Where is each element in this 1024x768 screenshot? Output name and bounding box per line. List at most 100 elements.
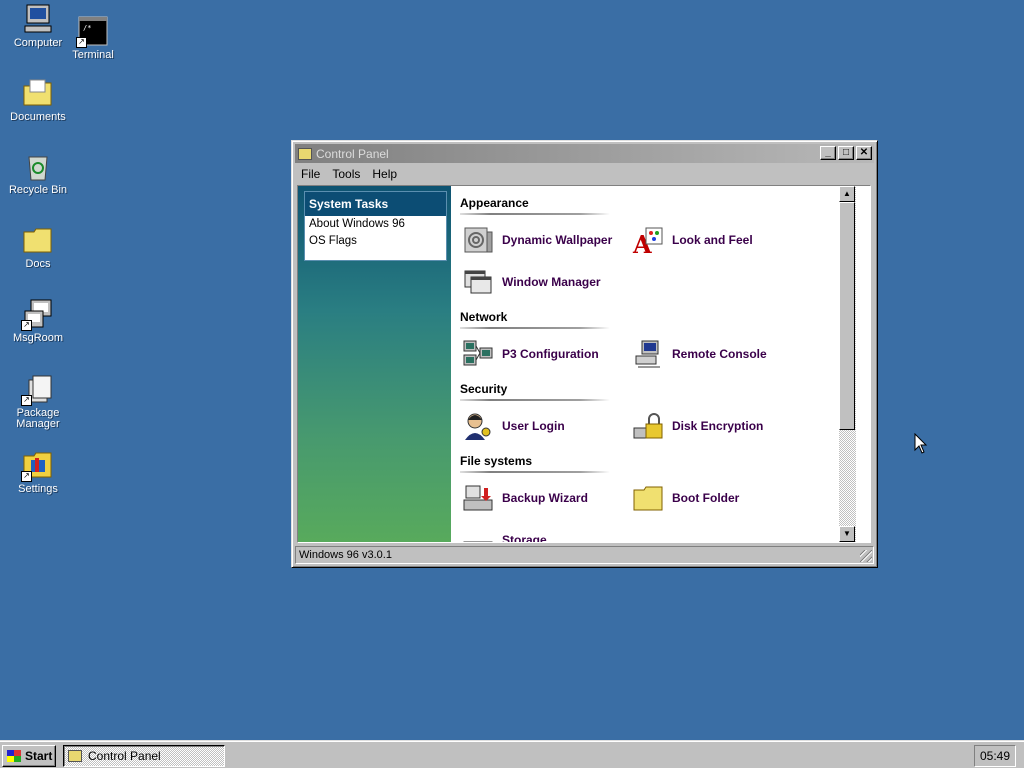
control-panel-icon	[68, 750, 82, 762]
taskbar: Start Control Panel 05:49	[0, 740, 1024, 768]
desktop-icon-msgroom[interactable]: ↗ MsgRoom	[0, 297, 76, 344]
applet-label: Remote Console	[672, 347, 767, 361]
desktop-icon-label: Settings	[18, 483, 58, 495]
system-tasks-box: System Tasks About Windows 96 OS Flags	[304, 191, 447, 261]
storage-icon	[462, 524, 494, 542]
applet-disk-encryption[interactable]: Disk Encryption	[632, 410, 763, 442]
network-computers-icon	[462, 338, 494, 370]
section-divider	[460, 327, 610, 329]
applet-label: Backup Wizard	[502, 491, 588, 505]
desktop-icon-label: Package Manager	[16, 407, 60, 430]
menu-help[interactable]: Help	[366, 167, 403, 181]
remote-console-icon	[632, 338, 664, 370]
computer-icon	[21, 2, 55, 36]
window-manager-icon	[462, 266, 494, 298]
desktop-icon-package-manager[interactable]: ↗ Package Manager	[0, 372, 76, 430]
sidebar: System Tasks About Windows 96 OS Flags	[298, 186, 451, 542]
folder-icon	[21, 223, 55, 257]
desktop-icon-documents[interactable]: Documents	[0, 76, 76, 123]
settings-icon: ↗	[21, 448, 55, 482]
title-bar[interactable]: Control Panel _ □ ✕	[295, 144, 874, 163]
desktop-icon-settings[interactable]: ↗ Settings	[0, 448, 76, 495]
system-tasks-header: System Tasks	[305, 192, 446, 216]
applet-label: Disk Encryption	[672, 419, 764, 433]
desktop-icon-label: MsgRoom	[12, 332, 64, 344]
content-panel: System Tasks About Windows 96 OS Flags A…	[297, 185, 871, 543]
folder-documents-icon	[21, 76, 55, 110]
close-button[interactable]: ✕	[856, 146, 872, 160]
scroll-up-button[interactable]: ▲	[839, 186, 855, 202]
desktop-icon-label: Recycle Bin	[8, 184, 68, 196]
applet-user-login[interactable]: User Login	[462, 410, 565, 442]
applet-boot-folder[interactable]: Boot Folder	[632, 482, 739, 514]
window-title: Control Panel	[316, 146, 389, 161]
applet-look-and-feel[interactable]: A Look and Feel	[632, 224, 753, 259]
section-network: Network	[460, 310, 508, 324]
status-text: Windows 96 v3.0.1	[299, 549, 392, 561]
applet-label: P3 Configuration	[502, 347, 599, 361]
applets-area: Appearance Dynamic Wallpaper A Look and …	[454, 186, 856, 542]
menu-bar: File Tools Help	[295, 165, 403, 183]
section-appearance: Appearance	[460, 196, 529, 210]
applet-label: Look and Feel	[672, 233, 753, 247]
section-divider	[460, 213, 610, 215]
shortcut-arrow-icon: ↗	[21, 395, 32, 406]
desktop-icon-label: Documents	[10, 111, 66, 123]
section-divider	[460, 399, 610, 401]
shortcut-arrow-icon: ↗	[21, 320, 32, 331]
section-file-systems: File systems	[460, 454, 533, 468]
desktop-icon-docs[interactable]: Docs	[0, 223, 76, 270]
desktop-icon-label: Terminal	[72, 49, 114, 61]
resize-grip[interactable]	[860, 550, 872, 562]
padlock-icon	[632, 410, 664, 442]
maximize-button[interactable]: □	[838, 146, 854, 160]
minimize-button[interactable]: _	[820, 146, 836, 160]
folder-icon	[632, 482, 664, 514]
desktop-icon-recycle-bin[interactable]: Recycle Bin	[0, 149, 76, 196]
start-button[interactable]: Start	[2, 745, 56, 767]
msgroom-icon: ↗	[21, 297, 55, 331]
start-label: Start	[25, 749, 53, 763]
menu-file[interactable]: File	[295, 167, 326, 181]
system-tray-clock[interactable]: 05:49	[974, 745, 1016, 767]
vertical-scrollbar[interactable]: ▲ ▼	[839, 186, 856, 542]
menu-tools[interactable]: Tools	[326, 167, 366, 181]
windows-logo-icon	[7, 750, 21, 762]
status-bar: Windows 96 v3.0.1	[295, 546, 874, 564]
terminal-icon: /* ↗	[76, 14, 110, 48]
clock: 05:49	[979, 749, 1011, 763]
package-manager-icon: ↗	[21, 372, 55, 406]
section-security: Security	[460, 382, 508, 396]
control-panel-window: Control Panel _ □ ✕ File Tools Help Syst…	[291, 140, 878, 568]
control-panel-icon	[298, 147, 312, 160]
taskbar-item-label: Control Panel	[88, 749, 161, 763]
wallpaper-icon	[462, 224, 494, 256]
applet-storage[interactable]: Storage	[462, 524, 547, 542]
applet-dynamic-wallpaper[interactable]: Dynamic Wallpaper	[462, 224, 612, 256]
applet-label: Dynamic Wallpaper	[502, 233, 613, 247]
desktop-icon-label: Docs	[25, 258, 51, 270]
applet-label: Storage	[502, 533, 547, 542]
look-and-feel-icon: A	[632, 224, 664, 259]
task-os-flags[interactable]: OS Flags	[305, 233, 446, 250]
applet-window-manager[interactable]: Window Manager	[462, 266, 601, 298]
recycle-bin-icon	[21, 149, 55, 183]
task-about-windows[interactable]: About Windows 96	[305, 216, 446, 233]
scroll-thumb[interactable]	[839, 202, 855, 430]
shortcut-arrow-icon: ↗	[21, 471, 32, 482]
taskbar-item-control-panel[interactable]: Control Panel	[63, 745, 225, 767]
applet-label: Window Manager	[502, 275, 601, 289]
applet-label: Boot Folder	[672, 491, 740, 505]
svg-text:/*: /*	[83, 24, 91, 32]
mouse-cursor-icon	[914, 432, 928, 458]
shortcut-arrow-icon: ↗	[76, 37, 87, 48]
applet-backup-wizard[interactable]: Backup Wizard	[462, 482, 588, 514]
applet-label: User Login	[502, 419, 565, 433]
desktop-icon-terminal[interactable]: /* ↗ Terminal	[55, 14, 131, 61]
backup-icon	[462, 482, 494, 514]
section-divider	[460, 471, 610, 473]
user-key-icon	[462, 410, 494, 442]
applet-p3-configuration[interactable]: P3 Configuration	[462, 338, 599, 370]
applet-remote-console[interactable]: Remote Console	[632, 338, 767, 370]
scroll-down-button[interactable]: ▼	[839, 526, 855, 542]
